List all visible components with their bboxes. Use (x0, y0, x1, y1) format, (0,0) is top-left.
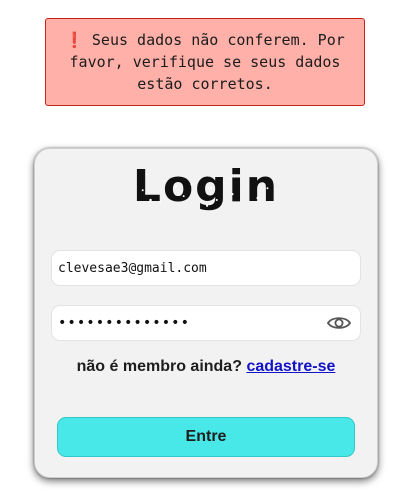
submit-button[interactable]: Entre (57, 417, 355, 457)
login-title-wrap: Login (35, 161, 377, 213)
email-field[interactable] (51, 250, 361, 286)
exclamation-icon: ❗ (65, 31, 84, 49)
password-field[interactable] (51, 305, 361, 341)
login-title: Login (133, 161, 279, 213)
email-input[interactable] (58, 260, 352, 276)
eye-icon[interactable] (326, 313, 352, 333)
signup-prompt-text: não é membro ainda? (76, 358, 242, 375)
password-input[interactable] (58, 315, 326, 331)
error-message-text: Seus dados não conferem. Por favor, veri… (69, 31, 345, 93)
login-title-text: Login (132, 161, 280, 212)
login-card: Login clevesae3@gmail.com ••••••••••••••… (34, 148, 378, 478)
signup-link[interactable]: cadastre-se (246, 358, 335, 375)
error-message: ❗ Seus dados não conferem. Por favor, ver… (58, 29, 352, 95)
signup-prompt: não é membro ainda? cadastre-se (35, 358, 377, 376)
error-alert: ❗ Seus dados não conferem. Por favor, ver… (45, 18, 365, 106)
